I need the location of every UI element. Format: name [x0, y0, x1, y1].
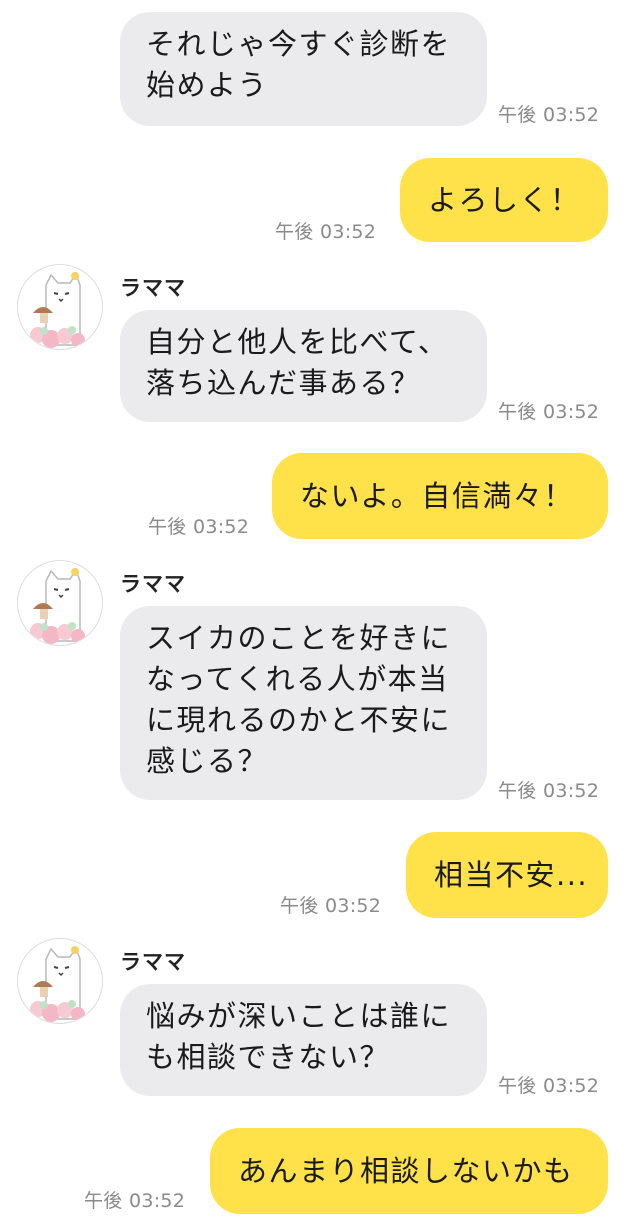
- message-timestamp: 午後 03:52: [84, 1190, 186, 1212]
- outgoing-message-bubble: ないよ。自信満々！: [272, 453, 608, 539]
- avatar-illustration: [30, 946, 85, 1022]
- incoming-message-bubble: スイカのことを好きに なってくれる人が本当 に現れるのかと不安に 感じる？: [120, 606, 487, 800]
- message-timestamp: 午後 03:52: [280, 895, 382, 917]
- sender-name: ラママ: [120, 950, 186, 974]
- incoming-message-bubble: それじゃ今すぐ診断を 始めよう: [120, 12, 487, 126]
- cat-avatar-icon[interactable]: [17, 264, 103, 350]
- avatar-illustration: [30, 568, 85, 644]
- message-timestamp: 午後 03:52: [498, 104, 600, 126]
- message-timestamp: 午後 03:52: [498, 780, 600, 802]
- message-timestamp: 午後 03:52: [498, 401, 600, 423]
- chat-thread: それじゃ今すぐ診断を 始めよう 午後 03:52 午後 03:52 よろしく！ …: [0, 0, 640, 1231]
- incoming-message-bubble: 自分と他人を比べて、 落ち込んだ事ある？: [120, 310, 487, 422]
- outgoing-message-bubble: よろしく！: [400, 158, 608, 242]
- message-timestamp: 午後 03:52: [498, 1075, 600, 1097]
- avatar-illustration: [30, 272, 85, 348]
- cat-avatar-icon[interactable]: [17, 938, 103, 1024]
- message-timestamp: 午後 03:52: [275, 221, 377, 243]
- sender-name: ラママ: [120, 572, 186, 596]
- cat-avatar-icon[interactable]: [17, 560, 103, 646]
- incoming-message-bubble: 悩みが深いことは誰に も相談できない？: [120, 984, 487, 1096]
- sender-name: ラママ: [120, 276, 186, 300]
- outgoing-message-bubble: 相当不安...: [406, 832, 608, 918]
- outgoing-message-bubble: あんまり相談しないかも: [210, 1128, 608, 1214]
- message-timestamp: 午後 03:52: [148, 516, 250, 538]
